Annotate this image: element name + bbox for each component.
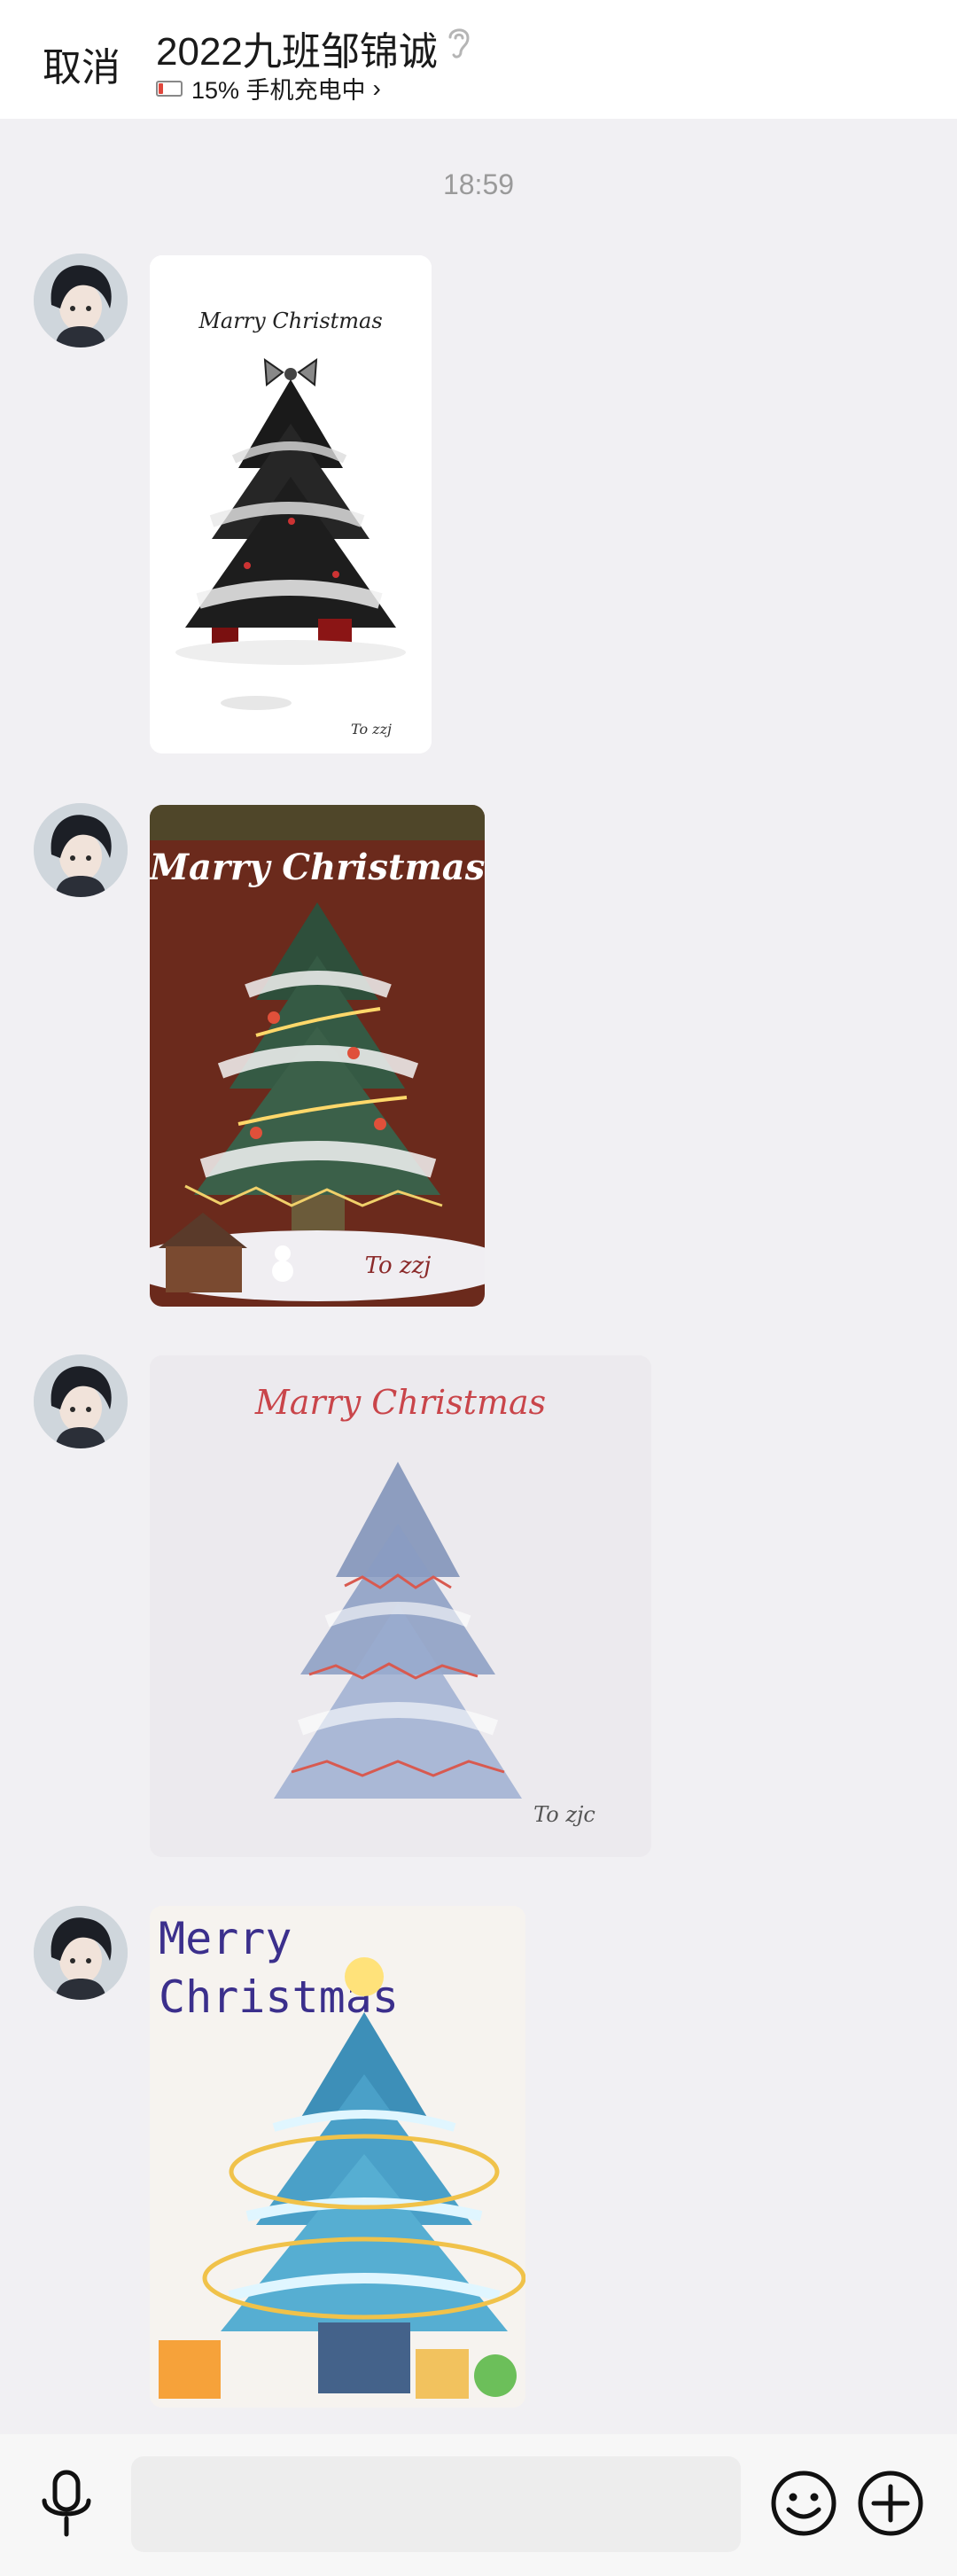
card1-title: Marry Christmas bbox=[198, 308, 382, 333]
card2-signature: To zzj bbox=[365, 1253, 432, 1279]
chat-title: 2022九班邹锦诚 bbox=[156, 30, 438, 74]
chat-header: 取消 2022九班邹锦诚 15% 手机充电中 › bbox=[0, 0, 957, 119]
card3-signature: To zjc bbox=[533, 1802, 595, 1827]
image-message-3[interactable]: Marry Christmas To zjc bbox=[150, 1355, 651, 1857]
ear-icon[interactable] bbox=[445, 23, 473, 62]
card1-signature: To zzj bbox=[351, 721, 392, 738]
sender-avatar[interactable] bbox=[34, 803, 128, 897]
plus-icon[interactable] bbox=[856, 2469, 925, 2538]
chevron-right-icon: › bbox=[372, 74, 381, 102]
image-message-2[interactable]: Marry Christmas To zzj bbox=[150, 805, 485, 1307]
sender-avatar[interactable] bbox=[34, 1906, 128, 2000]
sender-avatar[interactable] bbox=[34, 254, 128, 347]
battery-icon bbox=[156, 80, 183, 97]
card2-title: Marry Christmas bbox=[150, 847, 485, 888]
emoji-icon[interactable] bbox=[769, 2469, 838, 2538]
cancel-button[interactable]: 取消 bbox=[43, 35, 121, 92]
image-message-4[interactable]: Merry Christmas bbox=[150, 1906, 525, 2408]
message-timestamp: 18:59 bbox=[442, 168, 515, 200]
message-input[interactable] bbox=[131, 2456, 741, 2552]
charging-status-text: 15% 手机充电中 bbox=[191, 77, 366, 104]
image-message-1[interactable]: Marry Christmas To zzj bbox=[150, 255, 432, 753]
card3-title: Marry Christmas bbox=[254, 1383, 546, 1422]
sender-avatar[interactable] bbox=[34, 1354, 128, 1448]
charging-status[interactable]: 15% 手机充电中 › bbox=[156, 71, 381, 105]
card4-title-line1: Merry bbox=[159, 1913, 292, 1964]
microphone-icon[interactable] bbox=[35, 2469, 97, 2540]
